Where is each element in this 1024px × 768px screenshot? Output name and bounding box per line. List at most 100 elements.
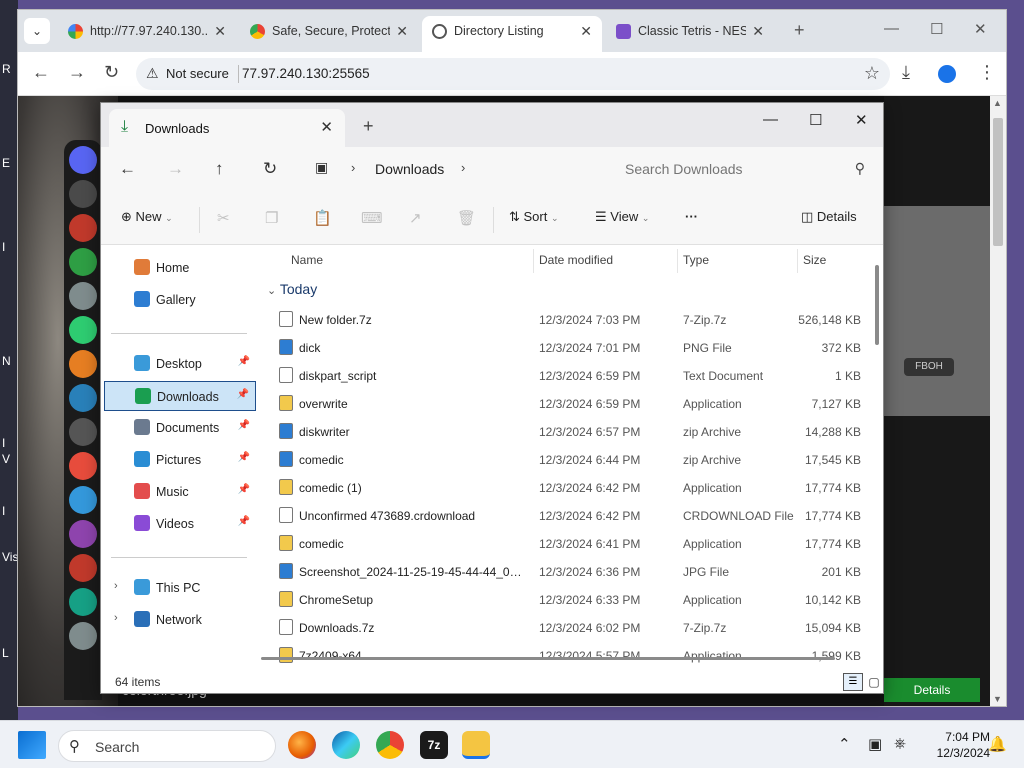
warning-icon[interactable]: ⚠ (146, 65, 159, 82)
table-row[interactable]: diskwriter 12/3/2024 6:57 PM zip Archive 14… (269, 417, 869, 445)
new-tab-button[interactable]: + (794, 20, 805, 41)
browser-tab[interactable]: Safe, Secure, Protect... ✕ (240, 16, 418, 52)
network-status-icon[interactable]: ▣ (868, 735, 882, 753)
pin-icon[interactable]: 📌 (238, 356, 250, 367)
up-icon[interactable]: ↑ (215, 159, 224, 179)
column-header-name[interactable]: Name (291, 253, 323, 267)
system-clock[interactable]: 7:04 PM 12/3/2024 (937, 729, 990, 761)
security-label[interactable]: Not secure (166, 66, 229, 81)
explorer-tab[interactable]: ⤓ Downloads ✕ (109, 109, 345, 147)
cut-icon[interactable]: ✂ (217, 209, 230, 227)
table-row[interactable]: Screenshot_2024-11-25-19-45-44-44_080...… (269, 557, 869, 585)
sidebar-item-gallery[interactable]: Gallery (104, 285, 256, 315)
sidebar-item-videos[interactable]: Videos 📌 (104, 509, 256, 539)
chevron-right-icon[interactable]: › (351, 160, 355, 175)
back-icon[interactable]: ← (119, 159, 136, 179)
sidebar-item-network[interactable]: › Network (104, 605, 256, 635)
delete-icon[interactable]: 🗑 (457, 209, 476, 227)
close-tab-icon[interactable]: ✕ (396, 16, 408, 46)
chevron-right-icon[interactable]: › (461, 160, 465, 175)
menu-kebab-icon[interactable]: ⋮ (978, 62, 996, 83)
app-icon[interactable] (69, 520, 97, 548)
vertical-scrollbar[interactable] (875, 265, 879, 345)
firefox-icon[interactable] (288, 731, 316, 759)
share-icon[interactable]: ↗ (409, 209, 422, 227)
app-icon[interactable] (69, 588, 97, 616)
maximize-icon[interactable]: ☐ (930, 20, 943, 38)
reload-icon[interactable]: ↻ (104, 62, 119, 83)
tab-search-dropdown-button[interactable]: ⌄ (24, 18, 50, 44)
sidebar-item-documents[interactable]: Documents 📌 (104, 413, 256, 443)
new-tab-icon[interactable]: + (363, 116, 374, 137)
view-button[interactable]: ☰ View ⌄ (595, 209, 649, 225)
page-scrollbar[interactable]: ▲ ▼ (990, 96, 1006, 706)
scroll-up-icon[interactable]: ▲ (993, 98, 1002, 108)
profile-avatar-icon[interactable] (938, 65, 956, 83)
details-button[interactable]: Details (884, 678, 980, 702)
search-box[interactable]: ⚲ (611, 153, 877, 185)
app-icon[interactable] (69, 180, 97, 208)
minimize-icon[interactable]: — (884, 20, 899, 37)
table-row[interactable]: Unconfirmed 473689.crdownload 12/3/2024 6… (269, 501, 869, 529)
pin-icon[interactable]: 📌 (237, 389, 249, 400)
minimize-icon[interactable]: — (763, 111, 778, 128)
sort-button[interactable]: ⇅ Sort ⌄ (509, 209, 559, 225)
details-pane-button[interactable]: ◫ Details (801, 209, 857, 225)
pin-icon[interactable]: 📌 (238, 452, 250, 463)
close-tab-icon[interactable]: ✕ (214, 16, 226, 46)
app-icon[interactable] (69, 350, 97, 378)
notification-bell-icon[interactable]: 🔔 (988, 735, 1007, 753)
chevron-down-icon[interactable]: ⌄ (267, 285, 276, 297)
windows-start-icon[interactable] (18, 731, 46, 759)
chevron-up-icon[interactable]: ⌃ (838, 735, 851, 753)
paste-icon[interactable]: 📋 (313, 209, 332, 227)
close-tab-icon[interactable]: ✕ (580, 16, 592, 46)
forward-icon[interactable]: → (167, 159, 184, 179)
sidebar-item-this-pc[interactable]: › This PC (104, 573, 256, 603)
table-row[interactable]: diskpart_script 12/3/2024 6:59 PM Text Doc… (269, 361, 869, 389)
sidebar-item-music[interactable]: Music 📌 (104, 477, 256, 507)
breadcrumb-item[interactable]: Downloads (375, 161, 444, 177)
sidebar-item-desktop[interactable]: Desktop 📌 (104, 349, 256, 379)
column-header-type[interactable]: Type (683, 253, 709, 267)
pin-icon[interactable]: 📌 (238, 484, 250, 495)
table-row[interactable]: New folder.7z 12/3/2024 7:03 PM 7-Zip.7z 52… (269, 305, 869, 333)
breadcrumb[interactable]: ▣ › Downloads › (303, 153, 603, 185)
table-row[interactable]: overwrite 12/3/2024 6:59 PM Application 7,1… (269, 389, 869, 417)
close-tab-icon[interactable]: ✕ (320, 118, 333, 136)
table-row[interactable]: 7z2409-x64 12/3/2024 5:57 PM Application 1,… (269, 641, 869, 665)
app-icon[interactable] (69, 418, 97, 446)
details-view-icon[interactable]: ☰ (843, 673, 863, 691)
divider[interactable] (533, 249, 534, 273)
sidebar-item-downloads[interactable]: Downloads 📌 (104, 381, 256, 411)
table-row[interactable]: comedic 12/3/2024 6:44 PM zip Archive 17,54… (269, 445, 869, 473)
chevron-right-icon[interactable]: › (114, 612, 118, 624)
pin-icon[interactable]: 📌 (238, 516, 250, 527)
file-explorer-icon[interactable] (462, 731, 490, 759)
scrollbar-thumb[interactable] (993, 118, 1003, 246)
chrome-icon[interactable] (376, 731, 404, 759)
app-icon[interactable] (69, 248, 97, 276)
app-icon[interactable] (69, 554, 97, 582)
app-icon[interactable] (69, 384, 97, 412)
7zip-icon[interactable]: 7z (420, 731, 448, 759)
close-window-icon[interactable]: ✕ (855, 111, 868, 129)
group-header[interactable]: ⌄ Today (267, 281, 317, 297)
table-row[interactable]: Downloads.7z 12/3/2024 6:02 PM 7-Zip.7z 15,… (269, 613, 869, 641)
browser-tab[interactable]: http://77.97.240.130... ✕ (58, 16, 236, 52)
browser-tab[interactable]: Classic Tetris - NES O... ✕ (606, 16, 774, 52)
new-button[interactable]: ⊕ New ⌄ (121, 209, 173, 225)
rename-icon[interactable]: ⌨ (361, 209, 383, 227)
discord-icon[interactable] (69, 146, 97, 174)
pin-icon[interactable]: 📌 (238, 420, 250, 431)
taskbar-search[interactable]: ⚲ Search (58, 730, 276, 762)
sidebar-item-home[interactable]: Home (104, 253, 256, 283)
back-icon[interactable]: ← (32, 62, 50, 83)
tiles-view-icon[interactable]: ▢ (865, 673, 883, 691)
app-icon[interactable] (69, 214, 97, 242)
horizontal-scrollbar[interactable] (261, 657, 835, 660)
column-header-date[interactable]: Date modified (539, 253, 613, 267)
close-window-icon[interactable]: ✕ (974, 20, 987, 38)
sidebar-item-pictures[interactable]: Pictures 📌 (104, 445, 256, 475)
monitor-icon[interactable]: ▣ (315, 159, 328, 176)
